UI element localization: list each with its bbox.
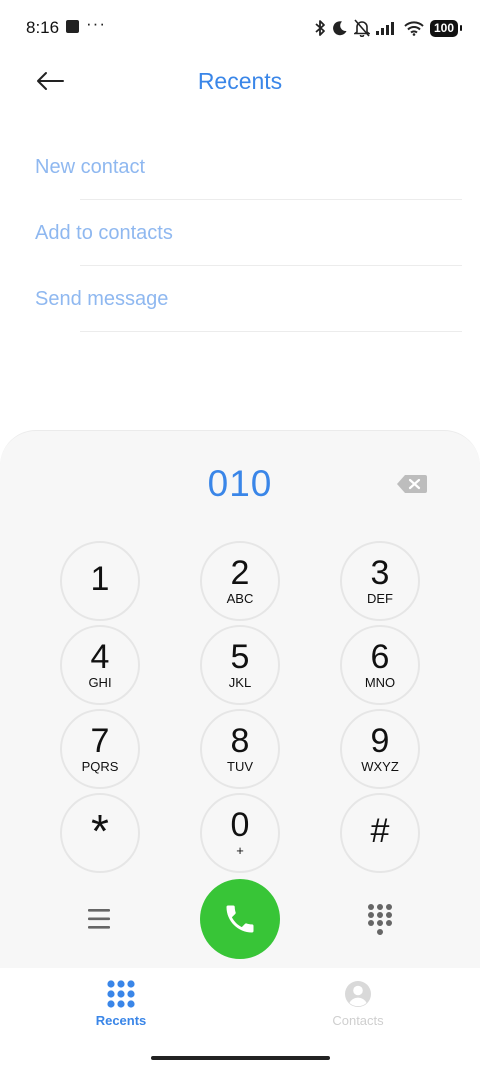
wifi-icon (404, 20, 424, 36)
key-letters: ABC (226, 591, 254, 606)
page-title: Recents (197, 68, 283, 94)
send-message-option[interactable]: Send message (0, 266, 480, 332)
more-notifications-icon: ··· (86, 14, 106, 33)
key-letters: WXYZ (361, 759, 399, 774)
number-options-list: New contact Add to contacts Send message (0, 134, 480, 332)
option-label: Add to contacts (35, 222, 173, 244)
key-letters: MNO (364, 675, 396, 690)
bluetooth-icon (315, 20, 325, 36)
key-digit: 8 (230, 722, 250, 760)
keypad-toggle-button[interactable] (367, 903, 393, 937)
status-bar: 8:16 ··· 100 (0, 0, 480, 56)
tab-recents[interactable]: Recents (61, 978, 181, 1034)
key-7[interactable]: 7 PQRS (60, 709, 140, 789)
phone-icon (226, 905, 254, 933)
key-letters: GHI (88, 675, 112, 690)
option-label: New contact (35, 156, 146, 178)
menu-button[interactable] (86, 907, 114, 931)
key-letters: TUV (227, 759, 253, 774)
menu-icon (88, 909, 110, 929)
bell-off-icon (353, 19, 370, 37)
backspace-button[interactable] (396, 473, 428, 495)
key-digit: 7 (90, 722, 110, 760)
key-5[interactable]: 5 JKL (200, 625, 280, 705)
divider (80, 331, 462, 332)
dialer-panel: 010 1 2 ABC 3 DEF 4 GHI 5 JKL 6 MNO 7 PQ… (0, 430, 480, 970)
moon-icon (333, 21, 347, 36)
key-8[interactable]: 8 TUV (200, 709, 280, 789)
key-letters: + (236, 843, 244, 858)
key-digit: 2 (230, 554, 250, 592)
option-label: Send message (35, 288, 169, 310)
status-icons: 100 (314, 16, 463, 40)
bottom-navigation: Recents Contacts (0, 968, 480, 1067)
key-digit: 1 (90, 560, 110, 598)
dialpad-icon (368, 904, 392, 935)
home-indicator[interactable] (151, 1056, 330, 1060)
call-button[interactable] (200, 879, 280, 959)
battery-icon: 100 (429, 19, 463, 37)
key-letters: PQRS (81, 759, 119, 774)
status-time: 8:16 (26, 18, 60, 37)
key-digit: 9 (370, 722, 390, 760)
key-letters: DEF (367, 591, 393, 606)
key-0[interactable]: 0 + (200, 793, 280, 873)
key-letters: JKL (228, 675, 252, 690)
signal-icon (375, 22, 394, 35)
key-star[interactable]: * (60, 793, 140, 873)
key-1[interactable]: 1 (60, 541, 140, 621)
key-9[interactable]: 9 WXYZ (340, 709, 420, 789)
key-hash[interactable]: # (340, 793, 420, 873)
key-digit: 3 (370, 554, 390, 592)
tab-contacts[interactable]: Contacts (298, 978, 418, 1034)
add-to-contacts-option[interactable]: Add to contacts (0, 200, 480, 266)
key-3[interactable]: 3 DEF (340, 541, 420, 621)
key-6[interactable]: 6 MNO (340, 625, 420, 705)
key-digit: 6 (370, 638, 390, 676)
key-digit: 0 (230, 806, 250, 844)
tab-label: Contacts (332, 1013, 384, 1028)
new-contact-option[interactable]: New contact (0, 134, 480, 200)
key-digit: # (370, 812, 390, 850)
header: Recents (0, 56, 480, 108)
key-2[interactable]: 2 ABC (200, 541, 280, 621)
notification-app-icon (66, 20, 79, 33)
key-4[interactable]: 4 GHI (60, 625, 140, 705)
key-digit: 4 (90, 638, 110, 676)
person-icon (345, 981, 371, 1007)
key-digit: * (91, 805, 109, 857)
backspace-icon (397, 475, 427, 493)
tab-label: Recents (95, 1013, 147, 1028)
keypad-grid-icon (107, 980, 135, 1008)
key-digit: 5 (230, 638, 250, 676)
